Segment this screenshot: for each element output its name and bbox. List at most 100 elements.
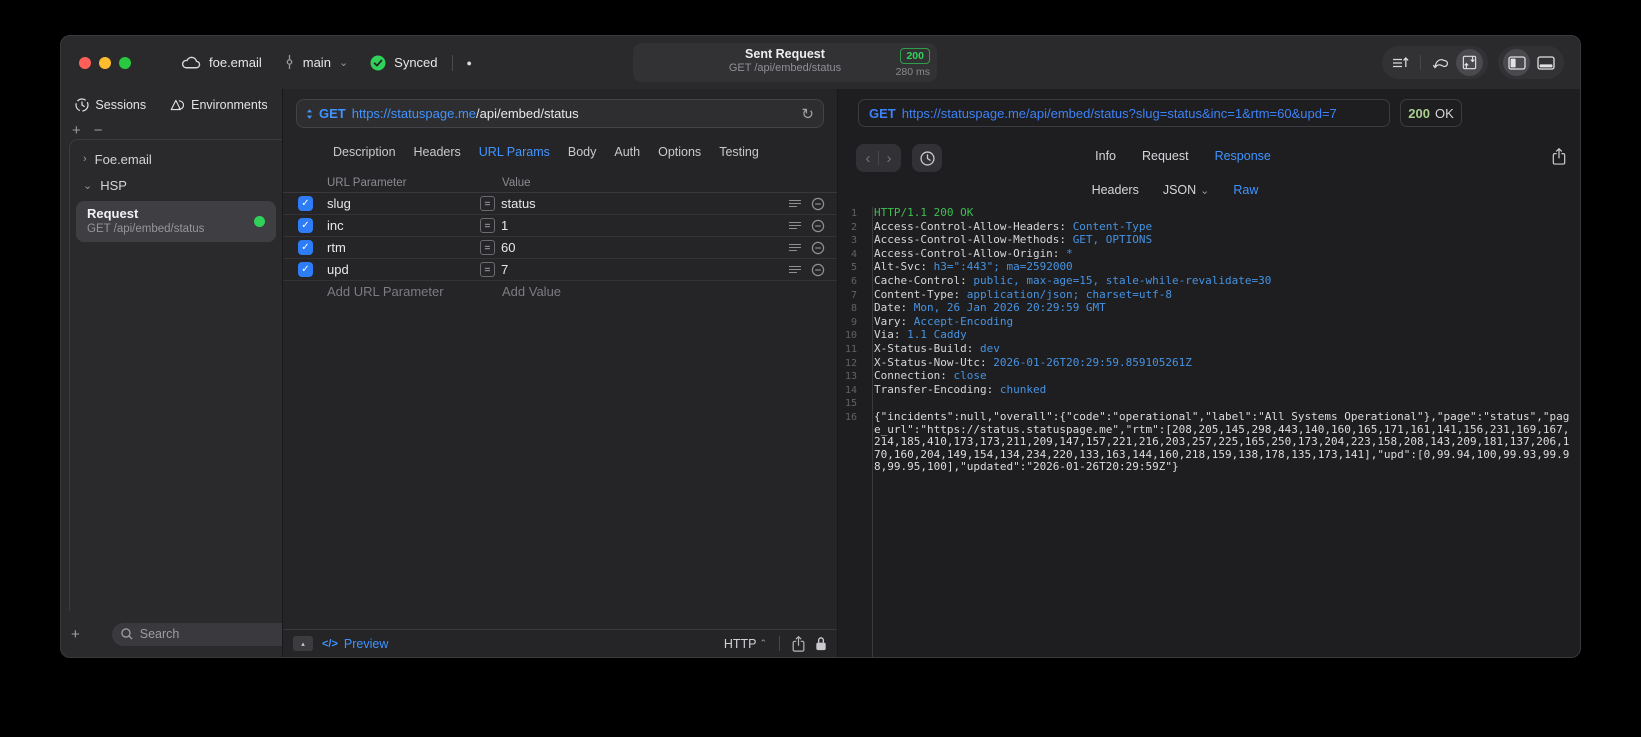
tab-auth[interactable]: Auth (614, 145, 640, 159)
param-enabled-checkbox[interactable]: ✓ (298, 196, 313, 211)
summary-subtitle: GET /api/embed/status (728, 62, 842, 74)
url-input[interactable]: https://statuspage.me/api/embed/status (352, 106, 796, 121)
search-input[interactable] (137, 626, 303, 642)
tab-url-params[interactable]: URL Params (479, 145, 550, 159)
request-editor-tabs: Description Headers URL Params Body Auth… (283, 137, 837, 167)
response-raw-view[interactable]: 1 HTTP/1.1 200 OK 2 Access-Control-Allow-He… (838, 206, 1580, 657)
param-row-actions (789, 263, 825, 277)
param-name-input[interactable]: slug (327, 196, 480, 211)
method-select-arrows-icon[interactable] (306, 108, 313, 120)
tab-request[interactable]: Request (1142, 149, 1189, 163)
param-enabled-checkbox[interactable]: ✓ (298, 262, 313, 277)
subtab-headers[interactable]: Headers (1092, 183, 1139, 197)
param-value-input[interactable]: 1 (501, 218, 789, 233)
resend-request-icon[interactable]: ↻ (801, 105, 814, 123)
response-line: 16 {"incidents":null,"overall":{"code":"o… (838, 410, 1580, 474)
row-options-icon[interactable] (789, 242, 802, 253)
request-summary-pill[interactable]: Sent Request GET /api/embed/status 200 2… (633, 43, 937, 82)
remove-param-icon[interactable] (811, 219, 825, 233)
protocol-label: HTTP (723, 636, 757, 651)
add-url-parameter-placeholder[interactable]: Add URL Parameter (327, 284, 502, 299)
close-window-button[interactable] (79, 57, 91, 69)
line-number: 12 (844, 357, 857, 369)
line-content: Cache-Control: public, max-age=15, stale… (874, 273, 1272, 287)
tab-headers[interactable]: Headers (414, 145, 461, 159)
toolbar-right (1382, 46, 1564, 79)
preview-button[interactable]: </> Preview (322, 637, 388, 651)
response-line: 7 Content-Type: application/json; charset… (838, 288, 1580, 303)
tab-testing[interactable]: Testing (719, 145, 759, 159)
tab-info[interactable]: Info (1095, 149, 1116, 163)
response-tabs: Info Request Response (812, 149, 1554, 163)
merge-button[interactable] (1427, 49, 1454, 76)
tab-sessions[interactable]: Sessions (75, 98, 146, 112)
param-value-input[interactable]: 60 (501, 240, 789, 255)
param-enabled-checkbox[interactable]: ✓ (298, 218, 313, 233)
remove-param-icon[interactable] (811, 241, 825, 255)
method-select[interactable]: GET (319, 106, 346, 121)
line-content: X-Status-Now-Utc: 2026-01-26T20:29:59.85… (874, 355, 1192, 369)
param-value-input[interactable]: 7 (501, 262, 789, 277)
request-footer-bar: ▴ </> Preview HTTP ⌃ (283, 629, 837, 657)
param-row: ✓ slug = status (283, 193, 837, 215)
tab-environments-label: Environments (191, 98, 268, 112)
tab-environments[interactable]: Environments (170, 98, 268, 112)
row-options-icon[interactable] (789, 198, 802, 209)
url-bar[interactable]: GET https://statuspage.me/api/embed/stat… (296, 99, 824, 128)
code-icon: </> (322, 637, 338, 650)
row-options-icon[interactable] (789, 264, 802, 275)
export-response-button[interactable] (1552, 148, 1566, 165)
line-number: 3 (850, 235, 857, 247)
tab-options[interactable]: Options (658, 145, 701, 159)
sent-request-url-box[interactable]: GET https://statuspage.me/api/embed/stat… (858, 99, 1390, 127)
add-param-row[interactable]: Add URL Parameter Add Value (283, 281, 837, 302)
response-status-text: OK (1434, 105, 1454, 121)
line-number: 2 (850, 221, 857, 233)
branch-name[interactable]: main (303, 55, 331, 70)
param-enabled-checkbox[interactable]: ✓ (298, 240, 313, 255)
sync-transfer-button[interactable] (1456, 49, 1483, 76)
collapse-editor-button[interactable]: ▴ (293, 636, 313, 651)
response-line: 9 Vary: Accept-Encoding (838, 315, 1580, 330)
request-item-subtitle: GET /api/embed/status (87, 223, 205, 235)
param-name-input[interactable]: rtm (327, 240, 480, 255)
add-item-button[interactable]: + (72, 122, 81, 139)
share-icon[interactable] (792, 635, 805, 652)
line-content: Connection: close (874, 369, 987, 383)
git-branch-icon (286, 54, 293, 69)
minimize-window-button[interactable] (99, 57, 111, 69)
subtab-json-dropdown[interactable]: JSON ⌄ (1163, 183, 1210, 197)
param-name-input[interactable]: upd (327, 262, 480, 277)
zoom-window-button[interactable] (119, 57, 131, 69)
tree-item-foe-email[interactable]: › Foe.email (70, 146, 282, 172)
response-line: 4 Access-Control-Allow-Origin: * (838, 247, 1580, 262)
toggle-sidebar-button[interactable] (1503, 49, 1530, 76)
request-list-item-selected[interactable]: Request GET /api/embed/status (76, 201, 276, 242)
subtab-json-label: JSON (1162, 183, 1197, 197)
tree-item-hsp[interactable]: ⌄ HSP (70, 172, 282, 198)
new-request-button[interactable]: + (71, 627, 80, 642)
sync-status-label: Synced (394, 55, 438, 70)
row-options-icon[interactable] (789, 220, 802, 231)
protocol-caret-icon: ⌃ (759, 638, 767, 648)
chevron-right-icon[interactable]: › (83, 153, 87, 165)
project-name[interactable]: foe.email (209, 55, 262, 70)
tab-body[interactable]: Body (568, 145, 597, 159)
chevron-down-icon[interactable]: ⌄ (83, 179, 92, 192)
param-name-input[interactable]: inc (327, 218, 480, 233)
branch-chevron-down-icon[interactable]: ⌄ (339, 56, 348, 69)
tab-description[interactable]: Description (333, 145, 396, 159)
param-value-input[interactable]: status (501, 196, 789, 211)
remove-param-icon[interactable] (811, 263, 825, 277)
lock-icon[interactable] (815, 636, 827, 651)
protocol-select[interactable]: HTTP ⌃ (724, 637, 767, 651)
toggle-bottom-panel-button[interactable] (1532, 49, 1559, 76)
add-value-placeholder[interactable]: Add Value (502, 284, 561, 299)
tree-item-label: Foe.email (94, 151, 152, 167)
subtab-raw[interactable]: Raw (1233, 183, 1258, 197)
response-line: 12 X-Status-Now-Utc: 2026-01-26T20:29:59.… (838, 355, 1580, 371)
tab-response[interactable]: Response (1215, 149, 1271, 163)
sort-export-button[interactable] (1387, 49, 1414, 76)
response-line: 2 Access-Control-Allow-Headers: Content-T… (838, 220, 1580, 235)
remove-item-button[interactable]: − (94, 122, 103, 139)
